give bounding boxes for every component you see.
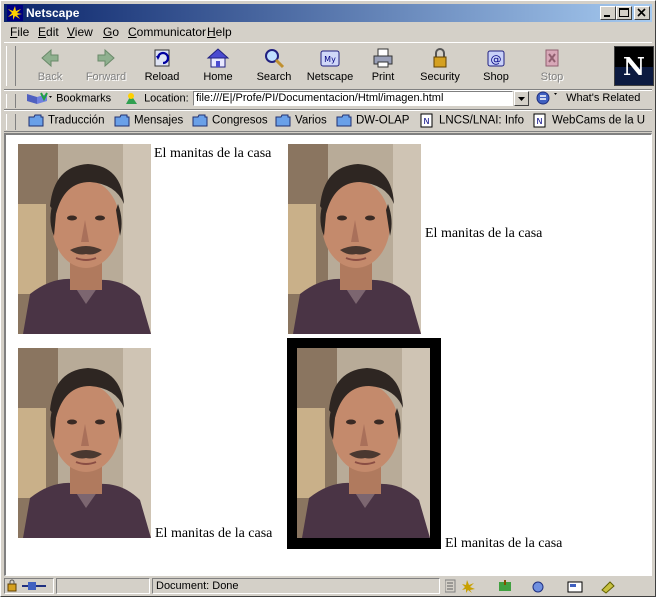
page-content[interactable]: El manitas de la casa El manitas de la c…: [4, 133, 652, 576]
netscape-app-icon: [7, 5, 23, 21]
svg-text:@: @: [491, 53, 502, 66]
status-security-panel[interactable]: [4, 578, 54, 594]
bordered-portrait-frame: [287, 338, 441, 549]
image-caption-4: El manitas de la casa: [445, 536, 563, 551]
title-bar[interactable]: Netscape: [4, 4, 652, 22]
menu-file[interactable]: File: [10, 25, 29, 39]
svg-text:My: My: [324, 55, 336, 64]
page-icon: N: [420, 113, 433, 128]
component-bar-icons: [444, 579, 615, 594]
menu-go[interactable]: Go: [103, 25, 119, 39]
menu-edit[interactable]: Edit: [38, 25, 59, 39]
toolbar-grip[interactable]: [6, 94, 16, 108]
bookmark-dw-olap[interactable]: DW-OLAP: [336, 113, 409, 130]
maximize-button[interactable]: [616, 6, 632, 20]
folder-icon: [28, 114, 44, 127]
forward-arrow-icon: [97, 48, 115, 68]
connection-icon: [7, 579, 46, 592]
portrait-image-4: [297, 348, 430, 538]
chevron-down-icon: [518, 97, 525, 101]
menu-help[interactable]: Help: [207, 25, 232, 39]
component-bar: [444, 579, 645, 594]
security-button[interactable]: Security: [415, 47, 465, 87]
stop-button[interactable]: Stop: [527, 47, 577, 87]
portrait-image-2: [288, 144, 421, 334]
image-caption-1: El manitas de la casa: [154, 146, 272, 161]
minimize-icon: [604, 15, 610, 17]
location-dropdown-button[interactable]: [514, 91, 529, 106]
netscape-logo-icon: N: [615, 47, 653, 85]
menu-bar: File Edit View Go Communicator Help: [4, 23, 652, 42]
svg-text:N: N: [537, 117, 543, 126]
location-icon[interactable]: [123, 91, 141, 106]
shop-icon: @: [487, 50, 505, 67]
image-caption-2: El manitas de la casa: [425, 226, 543, 241]
menu-view[interactable]: View: [67, 25, 93, 39]
whats-related-button[interactable]: What's Related: [535, 90, 640, 107]
bookmark-lncs-lnai[interactable]: N LNCS/LNAI: Info: [419, 113, 524, 130]
close-button[interactable]: [634, 6, 650, 20]
padlock-icon: [433, 48, 447, 68]
folder-icon: [336, 114, 352, 127]
back-button[interactable]: Back: [25, 47, 75, 87]
status-text: Document: Done: [152, 578, 440, 594]
netscape-logo[interactable]: N: [614, 46, 654, 86]
location-url-field[interactable]: file:///E|/Profe/PI/Documentacion/Html/i…: [193, 91, 513, 106]
whats-related-label: What's Related: [566, 92, 641, 104]
shop-button[interactable]: @ Shop: [471, 47, 521, 87]
bookmark-webcams[interactable]: N WebCams de la U: [532, 113, 645, 130]
home-button[interactable]: Home: [193, 47, 243, 87]
home-icon: [206, 48, 230, 68]
bookmark-congresos[interactable]: Congresos: [192, 113, 268, 130]
maximize-icon: [619, 8, 629, 17]
search-button[interactable]: Search: [249, 47, 299, 87]
whats-related-icon: [536, 91, 557, 105]
stop-icon: [545, 49, 559, 67]
status-bar: Document: Done: [4, 577, 652, 595]
location-label-group: Location:: [123, 91, 189, 107]
bookmarks-button[interactable]: Bookmarks: [25, 91, 111, 107]
minimize-button[interactable]: [600, 6, 616, 20]
svg-text:N: N: [623, 52, 645, 81]
close-icon: [637, 8, 646, 17]
portrait-image-3: [18, 348, 151, 538]
status-progress-panel: [56, 578, 150, 594]
menu-communicator[interactable]: Communicator: [128, 25, 206, 39]
folder-icon: [114, 114, 130, 127]
browser-window: Netscape File Edit View Go Communicator …: [0, 0, 656, 597]
bookmark-mensajes[interactable]: Mensajes: [114, 113, 183, 130]
bookmarks-icon: [27, 92, 52, 104]
page-icon: N: [533, 113, 546, 128]
back-arrow-icon: [41, 48, 59, 68]
window-title: Netscape: [26, 6, 80, 20]
folder-icon: [192, 114, 208, 127]
image-caption-3: El manitas de la casa: [155, 526, 273, 541]
printer-icon: [373, 48, 393, 68]
toolbar-grip[interactable]: [6, 114, 16, 130]
toolbar-grip[interactable]: [6, 46, 16, 86]
bookmark-traduccion[interactable]: Traducción: [28, 113, 104, 130]
reload-button[interactable]: Reload: [137, 47, 187, 87]
search-icon: [265, 49, 285, 69]
svg-text:N: N: [424, 117, 430, 126]
folder-icon: [275, 114, 291, 127]
netscape-button[interactable]: My Netscape: [305, 47, 355, 87]
forward-button[interactable]: Forward: [81, 47, 131, 87]
netscape-icon: My: [320, 50, 340, 67]
location-label: Location:: [144, 92, 189, 105]
print-button[interactable]: Print: [358, 47, 408, 87]
portrait-image-1: [18, 144, 151, 334]
bookmark-varios[interactable]: Varios: [275, 113, 327, 130]
reload-icon: [154, 49, 170, 67]
bookmarks-label: Bookmarks: [56, 92, 112, 105]
